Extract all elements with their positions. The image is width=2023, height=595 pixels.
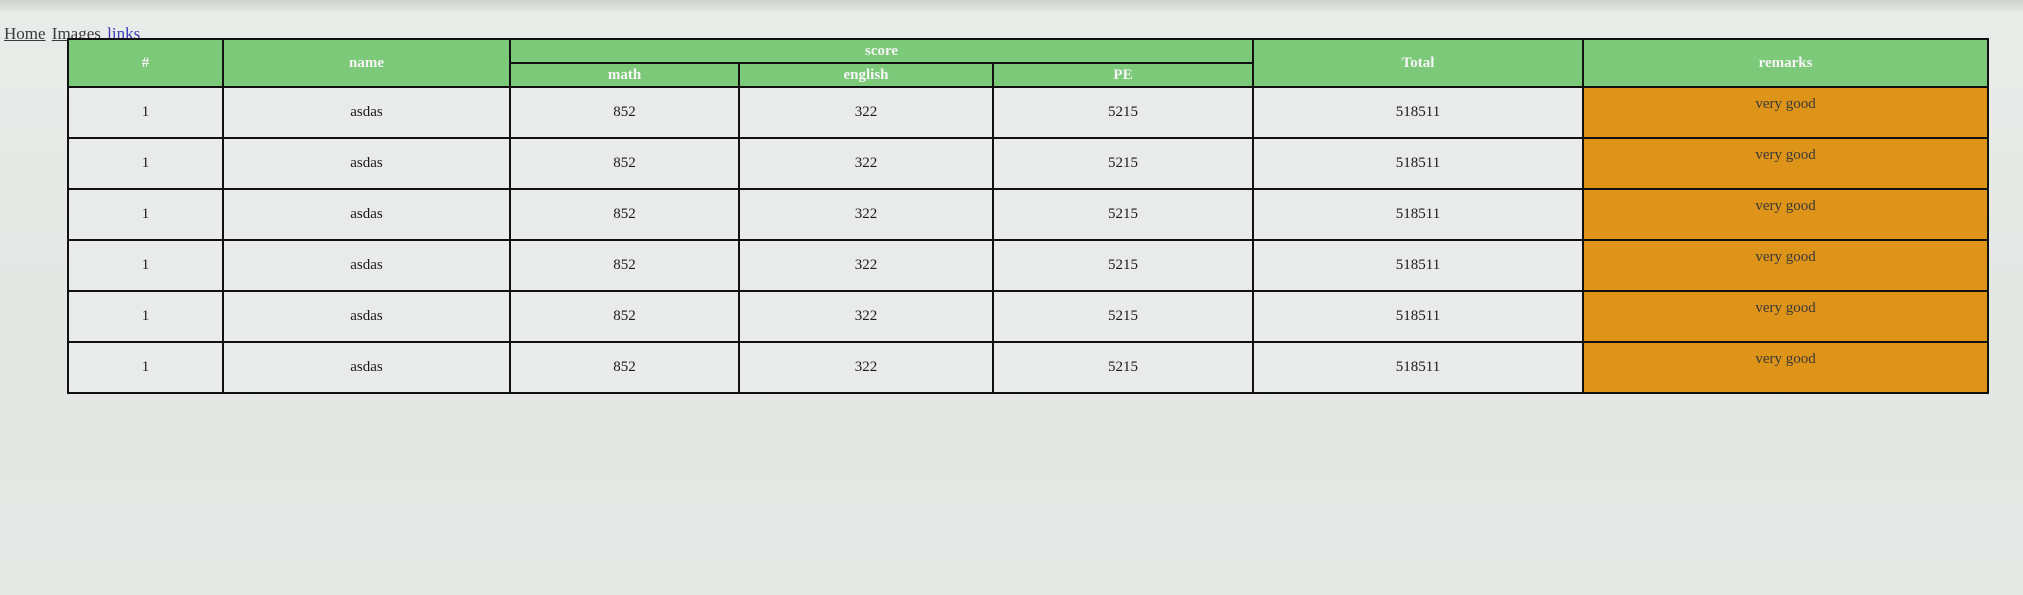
cell-math: 852 [509, 290, 740, 343]
cell-pe: 5215 [991, 239, 1255, 292]
cell-english: 322 [738, 290, 994, 343]
cell-remarks: very good [1582, 86, 1990, 139]
cell-index: 1 [67, 137, 224, 190]
table-row: 1 asdas 852 322 5215 518511 very good [67, 86, 1990, 139]
browser-top-edge [0, 0, 2023, 12]
header-score: score [508, 38, 1255, 64]
cell-math: 852 [509, 188, 740, 241]
header-pe: PE [991, 62, 1255, 88]
cell-index: 1 [67, 86, 224, 139]
header-english: english [738, 62, 994, 88]
cell-total: 518511 [1252, 188, 1585, 241]
table-row: 1 asdas 852 322 5215 518511 very good [67, 341, 1990, 394]
cell-english: 322 [738, 239, 994, 292]
header-name: name [222, 38, 511, 88]
cell-english: 322 [738, 341, 994, 394]
cell-name: asdas [222, 86, 511, 139]
cell-math: 852 [509, 341, 740, 394]
cell-pe: 5215 [991, 341, 1255, 394]
cell-pe: 5215 [991, 137, 1255, 190]
cell-index: 1 [67, 188, 224, 241]
cell-remarks: very good [1582, 137, 1990, 190]
cell-pe: 5215 [991, 188, 1255, 241]
cell-english: 322 [738, 86, 994, 139]
cell-total: 518511 [1252, 290, 1585, 343]
header-index: # [67, 38, 224, 88]
cell-english: 322 [738, 188, 994, 241]
cell-pe: 5215 [991, 86, 1255, 139]
cell-name: asdas [222, 290, 511, 343]
table-row: 1 asdas 852 322 5215 518511 very good [67, 239, 1990, 292]
cell-total: 518511 [1252, 341, 1585, 394]
header-math: math [509, 62, 740, 88]
cell-math: 852 [509, 239, 740, 292]
cell-total: 518511 [1252, 86, 1585, 139]
cell-name: asdas [222, 188, 511, 241]
cell-english: 322 [738, 137, 994, 190]
scores-table: # name score Total remarks math english … [67, 38, 1990, 394]
table-body: 1 asdas 852 322 5215 518511 very good 1 asdas 852… [67, 86, 1990, 394]
table-row: 1 asdas 852 322 5215 518511 very good [67, 137, 1990, 190]
cell-math: 852 [509, 86, 740, 139]
cell-remarks: very good [1582, 188, 1990, 241]
cell-remarks: very good [1582, 290, 1990, 343]
cell-index: 1 [67, 239, 224, 292]
cell-index: 1 [67, 290, 224, 343]
cell-name: asdas [222, 137, 511, 190]
cell-name: asdas [222, 239, 511, 292]
header-total: Total [1252, 38, 1585, 88]
cell-math: 852 [509, 137, 740, 190]
cell-remarks: very good [1582, 341, 1990, 394]
table-row: 1 asdas 852 322 5215 518511 very good [67, 188, 1990, 241]
header-remarks: remarks [1582, 38, 1990, 88]
cell-name: asdas [222, 341, 511, 394]
cell-remarks: very good [1582, 239, 1990, 292]
cell-total: 518511 [1252, 137, 1585, 190]
cell-total: 518511 [1252, 239, 1585, 292]
table-row: 1 asdas 852 322 5215 518511 very good [67, 290, 1990, 343]
nav-link-home[interactable]: Home [4, 24, 46, 43]
cell-index: 1 [67, 341, 224, 394]
header-row-top: # name score Total remarks [67, 38, 1990, 88]
cell-pe: 5215 [991, 290, 1255, 343]
